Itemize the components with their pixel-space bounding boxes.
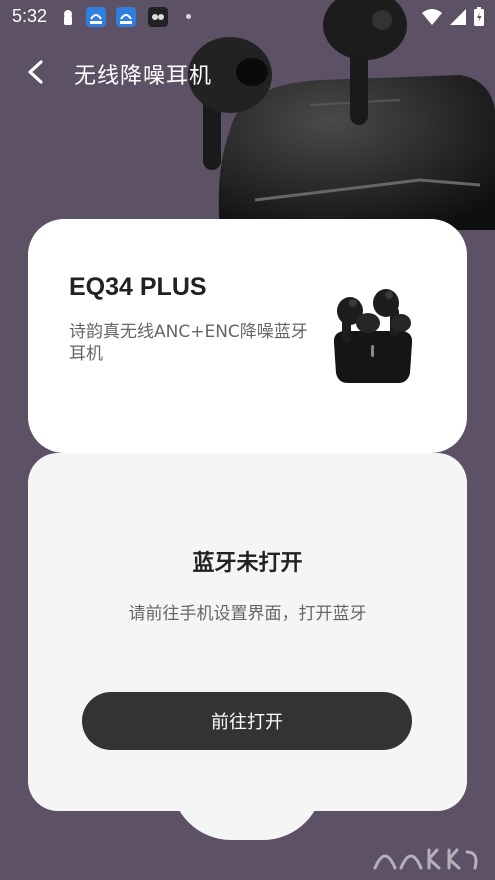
app-header: 无线降噪耳机	[0, 40, 495, 104]
lock-icon	[64, 10, 72, 25]
product-description: 诗韵真无线ANC+ENC降噪蓝牙耳机	[69, 322, 308, 364]
chevron-left-icon	[28, 60, 43, 84]
product-card: EQ34 PLUS 诗韵真无线ANC+ENC降噪蓝牙耳机	[28, 219, 467, 453]
bluetooth-off-message: 请前往手机设置界面，打开蓝牙	[128, 604, 367, 624]
app-notification-icon	[86, 7, 106, 27]
page-title: 无线降噪耳机	[74, 64, 213, 89]
bluetooth-status-panel: 蓝牙未打开 请前往手机设置界面，打开蓝牙 前往打开	[28, 453, 467, 811]
status-time: 5:32	[12, 6, 48, 26]
earbuds-hero-image	[188, 0, 495, 230]
app-notification-icon	[116, 7, 136, 27]
watermark-logo	[373, 848, 478, 870]
product-name: EQ34 PLUS	[69, 273, 207, 301]
product-image	[333, 289, 413, 383]
back-button[interactable]	[18, 54, 54, 90]
open-bluetooth-button[interactable]: 前往打开	[82, 692, 412, 750]
bluetooth-off-title: 蓝牙未打开	[192, 551, 303, 576]
